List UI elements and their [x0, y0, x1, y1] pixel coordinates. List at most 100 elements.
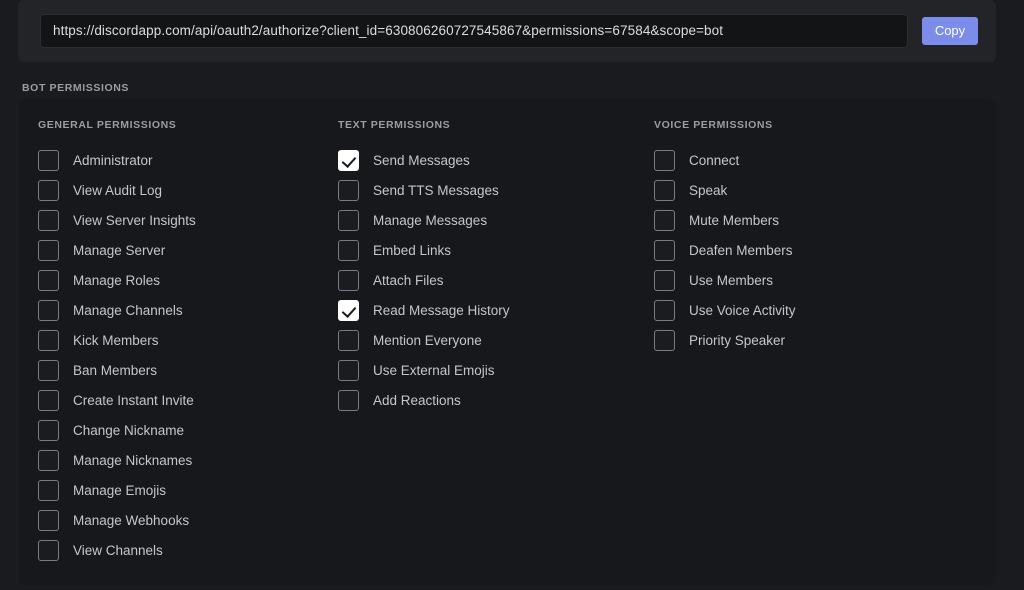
checkbox-unchecked-icon[interactable]	[38, 449, 59, 471]
checkbox-unchecked-icon[interactable]	[338, 269, 359, 291]
permission-row[interactable]: Send Messages	[338, 145, 654, 175]
permission-row[interactable]: Manage Emojis	[38, 475, 338, 505]
checkbox-unchecked-icon[interactable]	[38, 419, 59, 441]
permission-label: Change Nickname	[73, 422, 185, 438]
checkbox-unchecked-icon[interactable]	[38, 329, 59, 351]
checkbox-unchecked-icon[interactable]	[38, 389, 59, 411]
permission-row[interactable]: Create Instant Invite	[38, 385, 338, 415]
checkbox-unchecked-icon[interactable]	[338, 209, 359, 231]
permission-label: Manage Webhooks	[73, 512, 190, 528]
permission-label: Kick Members	[73, 332, 159, 348]
permission-column-voice: VOICE PERMISSIONS Connect Speak Mute Membe…	[654, 119, 974, 565]
permission-label: Priority Speaker	[689, 332, 786, 348]
checkbox-unchecked-icon[interactable]	[654, 329, 675, 351]
permission-row[interactable]: View Server Insights	[38, 205, 338, 235]
permission-label: Mention Everyone	[373, 332, 482, 348]
permission-list-text: Send Messages Send TTS Messages Manage Mes…	[338, 145, 654, 415]
permission-label: Use External Emojis	[373, 362, 495, 378]
checkbox-checked-icon[interactable]	[338, 299, 359, 321]
permission-row[interactable]: Manage Nicknames	[38, 445, 338, 475]
checkbox-unchecked-icon[interactable]	[654, 209, 675, 231]
permission-row[interactable]: Mute Members	[654, 205, 974, 235]
permission-label: Use Members	[689, 272, 774, 288]
permission-columns: GENERAL PERMISSIONS Administrator View Au…	[18, 99, 996, 565]
checkbox-unchecked-icon[interactable]	[654, 239, 675, 261]
permission-label: Embed Links	[373, 242, 452, 258]
permission-label: Ban Members	[73, 362, 158, 378]
checkbox-unchecked-icon[interactable]	[654, 299, 675, 321]
permission-row[interactable]: Deafen Members	[654, 235, 974, 265]
permission-row[interactable]: Use External Emojis	[338, 355, 654, 385]
checkbox-unchecked-icon[interactable]	[38, 209, 59, 231]
permission-label: Manage Emojis	[73, 482, 167, 498]
permission-row[interactable]: Connect	[654, 145, 974, 175]
permission-label: Send Messages	[373, 152, 470, 168]
checkbox-checked-icon[interactable]	[338, 149, 359, 171]
permission-label: View Channels	[73, 542, 163, 558]
permission-row[interactable]: Embed Links	[338, 235, 654, 265]
checkbox-unchecked-icon[interactable]	[38, 539, 59, 561]
permission-row[interactable]: Attach Files	[338, 265, 654, 295]
column-title-text: TEXT PERMISSIONS	[338, 119, 451, 131]
permission-row[interactable]: Kick Members	[38, 325, 338, 355]
checkbox-unchecked-icon[interactable]	[38, 509, 59, 531]
permission-list-general: Administrator View Audit Log View Server I…	[38, 145, 338, 565]
permission-label: Manage Channels	[73, 302, 183, 318]
permission-row[interactable]: Manage Roles	[38, 265, 338, 295]
checkbox-unchecked-icon[interactable]	[38, 299, 59, 321]
checkbox-unchecked-icon[interactable]	[654, 149, 675, 171]
permission-row[interactable]: Manage Server	[38, 235, 338, 265]
permission-label: Connect	[689, 152, 740, 168]
copy-button[interactable]: Copy	[922, 17, 978, 45]
permission-row[interactable]: Add Reactions	[338, 385, 654, 415]
permission-label: Manage Nicknames	[73, 452, 193, 468]
permission-row[interactable]: Change Nickname	[38, 415, 338, 445]
checkbox-unchecked-icon[interactable]	[338, 329, 359, 351]
checkbox-unchecked-icon[interactable]	[338, 239, 359, 261]
permission-row[interactable]: Priority Speaker	[654, 325, 974, 355]
checkbox-unchecked-icon[interactable]	[338, 389, 359, 411]
permission-label: Manage Server	[73, 242, 166, 258]
permission-list-voice: Connect Speak Mute Members Deafen Members Us…	[654, 145, 974, 355]
permission-row[interactable]: View Audit Log	[38, 175, 338, 205]
column-title-general: GENERAL PERMISSIONS	[38, 119, 177, 131]
permission-row[interactable]: Speak	[654, 175, 974, 205]
oauth-url-input[interactable]: https://discordapp.com/api/oauth2/author…	[40, 14, 908, 48]
permission-label: Manage Roles	[73, 272, 161, 288]
permission-label: Speak	[689, 182, 728, 198]
checkbox-unchecked-icon[interactable]	[38, 359, 59, 381]
permission-row[interactable]: Ban Members	[38, 355, 338, 385]
permission-row[interactable]: Read Message History	[338, 295, 654, 325]
checkbox-unchecked-icon[interactable]	[338, 359, 359, 381]
permission-label: Add Reactions	[373, 392, 461, 408]
permission-row[interactable]: Use Voice Activity	[654, 295, 974, 325]
permission-row[interactable]: Mention Everyone	[338, 325, 654, 355]
permission-label: Create Instant Invite	[73, 392, 194, 408]
checkbox-unchecked-icon[interactable]	[654, 179, 675, 201]
bot-permissions-heading: BOT PERMISSIONS	[22, 82, 130, 94]
permission-label: View Audit Log	[73, 182, 163, 198]
checkbox-unchecked-icon[interactable]	[38, 239, 59, 261]
checkbox-unchecked-icon[interactable]	[38, 149, 59, 171]
permission-column-text: TEXT PERMISSIONS Send Messages Send TTS M…	[338, 119, 654, 565]
checkbox-unchecked-icon[interactable]	[654, 269, 675, 291]
permission-column-general: GENERAL PERMISSIONS Administrator View Au…	[18, 119, 338, 565]
checkbox-unchecked-icon[interactable]	[38, 479, 59, 501]
checkbox-unchecked-icon[interactable]	[38, 269, 59, 291]
permission-row[interactable]: View Channels	[38, 535, 338, 565]
permission-row[interactable]: Manage Messages	[338, 205, 654, 235]
permission-row[interactable]: Manage Channels	[38, 295, 338, 325]
permission-label: Use Voice Activity	[689, 302, 796, 318]
permission-row[interactable]: Send TTS Messages	[338, 175, 654, 205]
permission-row[interactable]: Administrator	[38, 145, 338, 175]
permission-row[interactable]: Use Members	[654, 265, 974, 295]
oauth-url-card: https://discordapp.com/api/oauth2/author…	[18, 0, 996, 62]
permission-label: Attach Files	[373, 272, 444, 288]
checkbox-unchecked-icon[interactable]	[338, 179, 359, 201]
checkbox-unchecked-icon[interactable]	[38, 179, 59, 201]
permission-label: Mute Members	[689, 212, 780, 228]
permission-row[interactable]: Manage Webhooks	[38, 505, 338, 535]
permission-label: Deafen Members	[689, 242, 793, 258]
permission-label: Administrator	[73, 152, 153, 168]
permission-label: Send TTS Messages	[373, 182, 499, 198]
